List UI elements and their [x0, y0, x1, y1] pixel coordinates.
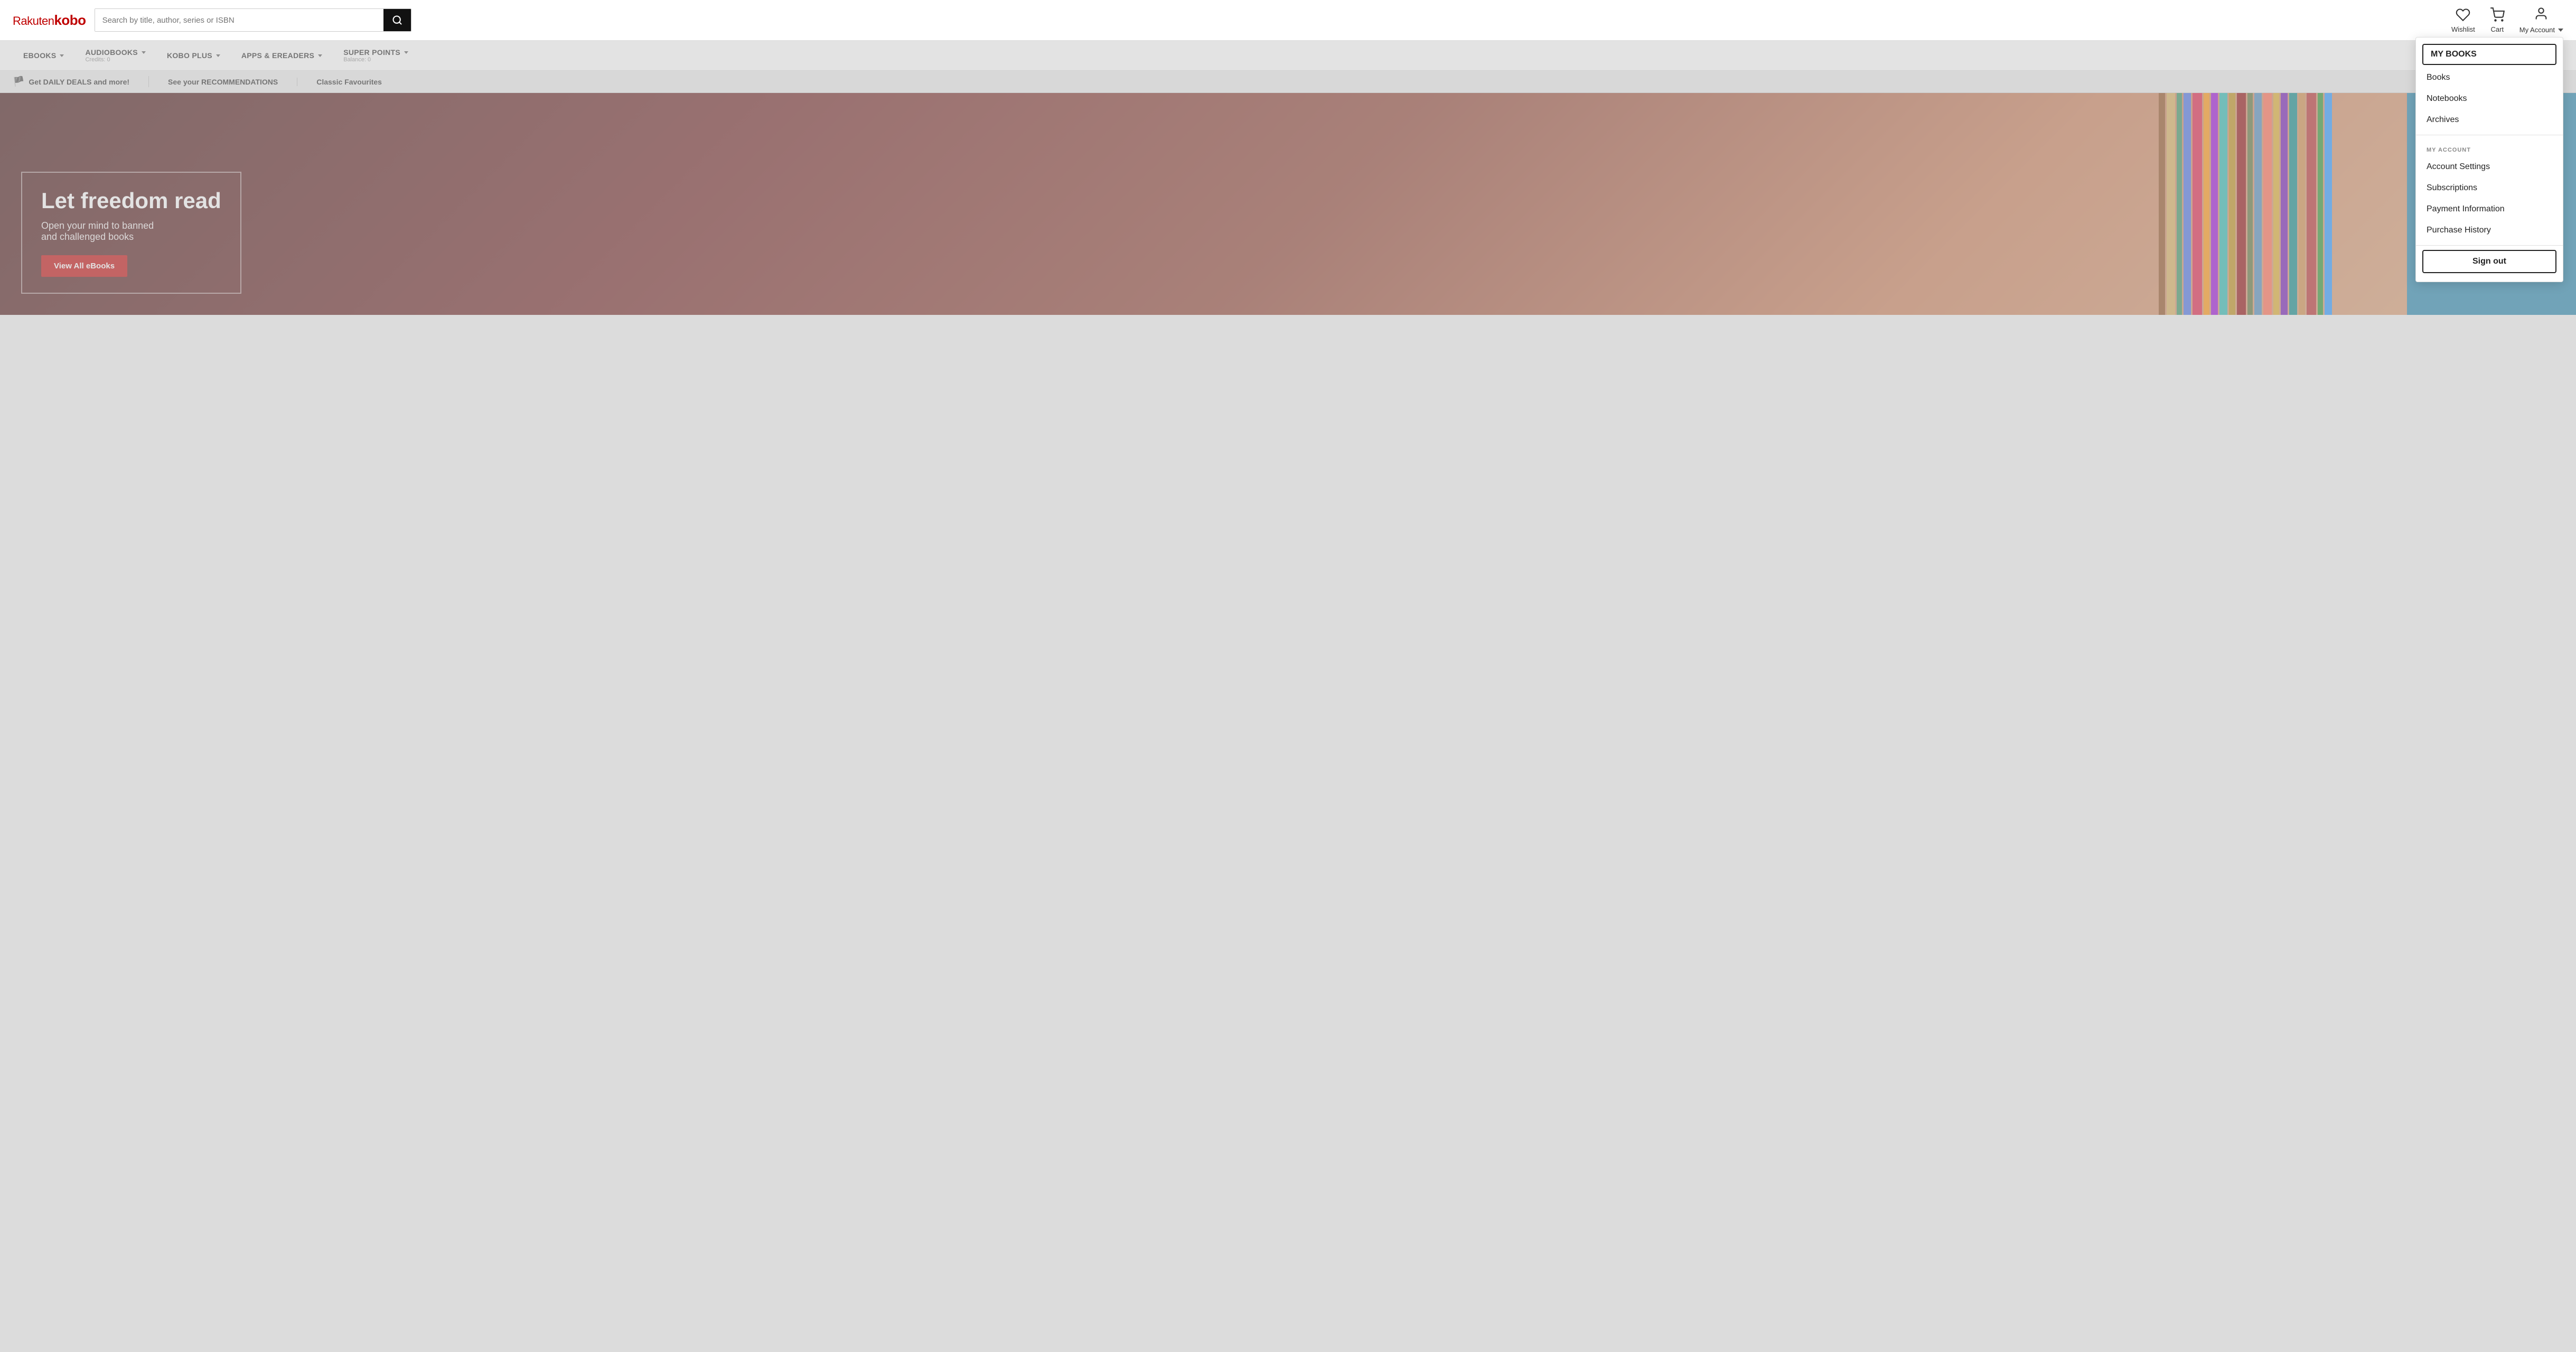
dropdown-divider-2: [2416, 245, 2563, 246]
my-account-wrapper: My Account MY BOOKS Books Notebooks Arch…: [2519, 6, 2563, 34]
view-all-ebooks-button[interactable]: View All eBooks: [41, 255, 127, 277]
account-icon: [2534, 6, 2549, 25]
hero-background: [0, 93, 2407, 315]
search-bar[interactable]: [95, 8, 411, 32]
nav-chevron-super-points: [404, 51, 408, 54]
nav-item-super-points-row: SUPER POINTS: [343, 48, 408, 57]
nav-chevron-audiobooks: [142, 51, 146, 54]
content-area: Let freedom read Open your mind to banne…: [0, 93, 2576, 315]
dropdown-item-books[interactable]: Books: [2416, 67, 2563, 88]
heart-icon: [2456, 7, 2470, 24]
nav-item-apps-row: APPS & eREADERS: [241, 51, 322, 60]
hero-frame: Let freedom read Open your mind to banne…: [21, 172, 241, 294]
nav-item-kobo-plus[interactable]: KOBO PLUS: [156, 44, 231, 67]
nav-item-ebooks-row: eBOOKS: [23, 51, 64, 60]
my-account-label: My Account: [2519, 26, 2563, 34]
search-input[interactable]: [95, 9, 383, 31]
nav-item-audiobooks[interactable]: AUDIOBOOKS Credits: 0: [74, 41, 156, 70]
site-header: Rakutenkobo Wishlist: [0, 0, 2576, 41]
account-dropdown-menu: MY BOOKS Books Notebooks Archives MY ACC…: [2415, 37, 2563, 282]
nav-item-kobo-plus-row: KOBO PLUS: [167, 51, 220, 60]
nav-chevron-kobo-plus: [216, 54, 220, 57]
hero-subtitle: Open your mind to bannedand challenged b…: [41, 220, 221, 243]
search-icon: [392, 15, 402, 25]
nav-item-audiobooks-row: AUDIOBOOKS: [85, 48, 145, 57]
cart-icon: [2490, 7, 2505, 24]
promo-item-classics[interactable]: Classic Favourites: [316, 78, 401, 86]
hero-content: Let freedom read Open your mind to banne…: [21, 172, 241, 294]
hero-section: Let freedom read Open your mind to banne…: [0, 93, 2407, 315]
promo-item-deals[interactable]: 🏴 Get DAILY DEALS and more!: [13, 76, 149, 87]
dropdown-item-account-settings[interactable]: Account Settings: [2416, 156, 2563, 178]
my-books-active-item[interactable]: MY BOOKS: [2422, 44, 2556, 65]
dropdown-item-subscriptions[interactable]: Subscriptions: [2416, 178, 2563, 199]
nav-chevron-ebooks: [60, 54, 64, 57]
dropdown-item-purchase-history[interactable]: Purchase History: [2416, 220, 2563, 241]
header-actions: Wishlist Cart My Account: [2451, 6, 2563, 34]
nav-item-apps[interactable]: APPS & eREADERS: [231, 44, 333, 67]
search-button[interactable]: [383, 9, 411, 31]
cart-label: Cart: [2491, 25, 2504, 33]
my-account-section-label: MY ACCOUNT: [2416, 139, 2563, 156]
nav-chevron-apps: [318, 54, 322, 57]
site-logo[interactable]: Rakutenkobo: [13, 12, 86, 29]
main-navbar: eBOOKS AUDIOBOOKS Credits: 0 KOBO PLUS A…: [0, 41, 2576, 71]
cart-link[interactable]: Cart: [2490, 7, 2505, 33]
dropdown-item-notebooks[interactable]: Notebooks: [2416, 88, 2563, 109]
promo-bar: 🏴 Get DAILY DEALS and more! See your REC…: [0, 71, 2576, 93]
hero-title: Let freedom read: [41, 189, 221, 213]
nav-item-super-points[interactable]: SUPER POINTS Balance: 0: [333, 41, 419, 70]
chevron-down-icon: [2558, 29, 2563, 32]
dropdown-item-archives[interactable]: Archives: [2416, 109, 2563, 130]
hero-bookshelf: [2153, 93, 2365, 315]
wishlist-label: Wishlist: [2451, 25, 2475, 33]
flag-icon: 🏴: [13, 76, 24, 87]
my-account-button[interactable]: My Account: [2519, 6, 2563, 34]
wishlist-link[interactable]: Wishlist: [2451, 7, 2475, 33]
promo-item-recommendations[interactable]: See your RECOMMENDATIONS: [168, 78, 297, 86]
dropdown-item-payment[interactable]: Payment Information: [2416, 199, 2563, 220]
nav-item-ebooks[interactable]: eBOOKS: [13, 44, 74, 67]
logo-text: Rakutenkobo: [13, 12, 86, 29]
sign-out-button[interactable]: Sign out: [2422, 250, 2556, 273]
